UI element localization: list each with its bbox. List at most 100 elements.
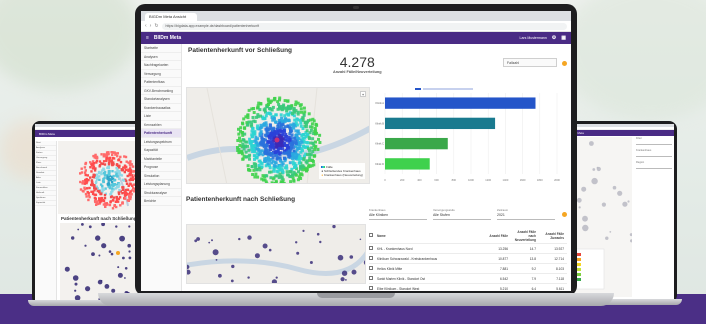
hospital-dot[interactable]	[95, 235, 101, 241]
right-filter-box[interactable]	[636, 152, 672, 157]
hospital-dot[interactable]	[596, 166, 601, 172]
hospital-dot[interactable]	[128, 225, 131, 228]
hospital-dot[interactable]	[617, 190, 623, 196]
sidebar-item[interactable]: Marktanteile	[141, 155, 181, 163]
bar[interactable]	[385, 97, 536, 109]
hospital-dot[interactable]	[117, 272, 123, 278]
hospital-dot[interactable]	[359, 238, 362, 241]
hospital-dot[interactable]	[340, 277, 345, 282]
filter-value[interactable]: Alle Kliniken	[369, 212, 427, 220]
hospital-dot[interactable]	[247, 235, 252, 240]
hospital-dot[interactable]	[84, 244, 87, 247]
hospital-dot[interactable]	[211, 239, 213, 242]
hospital-dot[interactable]	[319, 240, 322, 244]
sidebar-item[interactable]: Leistungsplanung	[141, 180, 181, 189]
hospital-dot[interactable]	[309, 261, 313, 264]
sidebar-item[interactable]: Nachfragekarten	[141, 61, 181, 70]
address-bar[interactable]: https://bigdata-app.example.de/dashboard…	[161, 22, 567, 30]
hospital-dot[interactable]	[254, 253, 260, 259]
hospital-dot[interactable]	[74, 289, 77, 292]
sidebar-item[interactable]: Simulation	[141, 172, 181, 180]
row-checkbox[interactable]	[369, 246, 373, 250]
sidebar-item[interactable]: Berichte	[141, 197, 181, 206]
grid-icon[interactable]: ▦	[561, 35, 566, 41]
row-checkbox[interactable]	[369, 266, 373, 270]
hospital-dot[interactable]	[295, 241, 298, 244]
sidebar-item[interactable]: GKV-Benchmarking	[141, 87, 181, 95]
table-row[interactable]: Sankt Marien Klinik - Standort Ost 6.542 7…	[369, 274, 567, 284]
hospital-dot[interactable]	[576, 197, 582, 203]
bar[interactable]	[385, 117, 496, 130]
hospital-dot[interactable]	[218, 273, 222, 278]
hospital-dot[interactable]	[622, 201, 628, 207]
hospital-dot[interactable]	[127, 243, 131, 248]
bar[interactable]	[385, 137, 448, 150]
hospital-dot[interactable]	[74, 282, 78, 286]
column-header[interactable]: Anzahl Fälle	[483, 234, 511, 238]
column-header[interactable]: Anzahl Fälle nach Neuverteilung	[511, 230, 539, 242]
table-row[interactable]: Helios Klinik Mitte 7.881 9.2 8.103	[369, 264, 567, 274]
filter-field[interactable]: Krankenhaus Alle Kliniken	[369, 208, 427, 222]
sidebar-item[interactable]: Versorgung	[141, 70, 181, 78]
hospital-dot[interactable]	[238, 237, 241, 241]
hospital-dot[interactable]	[98, 254, 101, 257]
filter-value[interactable]: 2021	[497, 212, 555, 220]
hospital-dot[interactable]	[231, 264, 235, 269]
right-filter-box[interactable]	[636, 164, 672, 169]
hospital-dot[interactable]	[81, 223, 84, 226]
hospital-dot[interactable]	[275, 276, 278, 279]
hospital-dot[interactable]	[119, 235, 125, 242]
hospital-marker[interactable]	[274, 137, 280, 143]
hospital-dot[interactable]	[582, 215, 588, 222]
sidebar-item[interactable]: Kapazität	[141, 146, 181, 155]
hospital-dot[interactable]	[104, 284, 110, 289]
hospital-dot[interactable]	[128, 250, 131, 253]
browser-tab[interactable]: BIGDm Meta Ansicht	[145, 13, 197, 21]
hospital-dot[interactable]	[349, 255, 354, 259]
hospital-dot[interactable]	[71, 236, 75, 240]
hospital-dot[interactable]	[64, 266, 70, 272]
settings-icon[interactable]: ⚙	[552, 35, 556, 41]
table-row[interactable]: KHL - Krankenhaus Nord 13.256 14.7 13.927	[369, 244, 567, 254]
hospital-dot[interactable]	[578, 206, 581, 209]
hospital-dot[interactable]	[316, 232, 320, 236]
sidebar-item[interactable]: Kennzahlen	[141, 121, 181, 129]
row-checkbox[interactable]	[369, 276, 373, 280]
filter-value[interactable]: Alle Stufen	[433, 212, 491, 220]
hospital-dot[interactable]	[72, 275, 79, 281]
hospital-dot[interactable]	[77, 228, 80, 231]
hospital-dot[interactable]	[117, 266, 120, 269]
sidebar-item[interactable]: Startseite	[141, 44, 181, 53]
hospital-dot[interactable]	[230, 279, 234, 283]
right-filter-field[interactable]: Krankenhaus	[636, 149, 672, 157]
hospital-dot[interactable]	[345, 279, 347, 281]
hospital-marker[interactable]	[116, 251, 120, 255]
hospital-dot[interactable]	[91, 252, 95, 256]
hospital-dot[interactable]	[341, 270, 348, 276]
hospital-dot[interactable]	[85, 286, 91, 292]
hospital-dot[interactable]	[124, 267, 128, 270]
download-icon[interactable]	[562, 212, 567, 217]
row-checkbox[interactable]	[369, 256, 373, 260]
table-row[interactable]: Klinikum Schwarzwald - Kreiskrankenhaus 1…	[369, 254, 567, 264]
hospital-dot[interactable]	[609, 231, 612, 233]
hospital-dot[interactable]	[592, 168, 596, 171]
metric-select[interactable]: Fallzahl	[503, 58, 557, 67]
table-row[interactable]: Elbe Klinikum - Standort West 5.210 6.4 5.6…	[369, 284, 567, 291]
sidebar-item[interactable]: Leistungsspektrum	[141, 138, 181, 146]
right-filter-box[interactable]	[636, 140, 672, 145]
right-filter-field[interactable]: Filter	[636, 137, 672, 145]
hospital-dot[interactable]	[108, 250, 112, 253]
bar[interactable]	[385, 158, 430, 170]
sidebar-item[interactable]: Patientenherkunft	[141, 129, 181, 138]
back-icon[interactable]: ‹	[145, 23, 147, 29]
hospital-dot[interactable]	[268, 248, 272, 252]
hospital-dot[interactable]	[215, 259, 218, 261]
hospital-dot[interactable]	[605, 236, 609, 240]
row-checkbox[interactable]	[369, 286, 373, 290]
sidebar-item[interactable]: Liste	[141, 112, 181, 121]
hospital-dot[interactable]	[122, 256, 125, 260]
hospital-dot[interactable]	[208, 241, 211, 244]
hospital-dot[interactable]	[100, 279, 103, 282]
select-all-checkbox[interactable]	[369, 233, 373, 237]
